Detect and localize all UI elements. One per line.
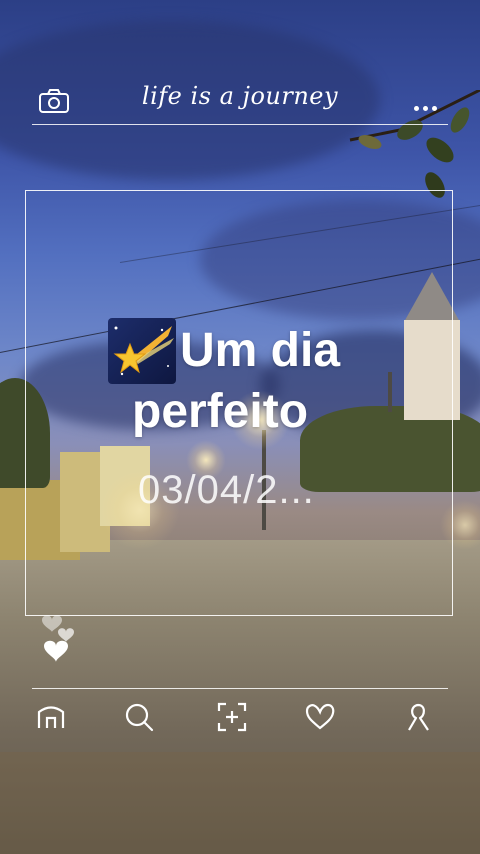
caption-line-1: Um dia — [180, 324, 341, 377]
story-caption: Um dia perfeito — [108, 318, 408, 440]
hearts-icon[interactable] — [38, 608, 82, 668]
add-photo-icon[interactable] — [215, 700, 249, 734]
bottom-nav — [0, 690, 480, 746]
top-divider — [32, 124, 448, 125]
caption-line-2: perfeito — [132, 385, 309, 438]
shooting-star-icon — [108, 318, 176, 384]
nav-divider — [32, 688, 448, 689]
top-bar: life is a journey — [0, 80, 480, 124]
caption-date: 03/04/2... — [138, 468, 315, 512]
home-icon[interactable] — [34, 700, 68, 734]
app-title: life is a journey — [141, 82, 339, 110]
more-dots-icon[interactable] — [414, 98, 442, 111]
search-icon[interactable] — [122, 700, 156, 734]
profile-icon[interactable] — [401, 700, 435, 734]
heart-icon[interactable] — [303, 700, 337, 734]
